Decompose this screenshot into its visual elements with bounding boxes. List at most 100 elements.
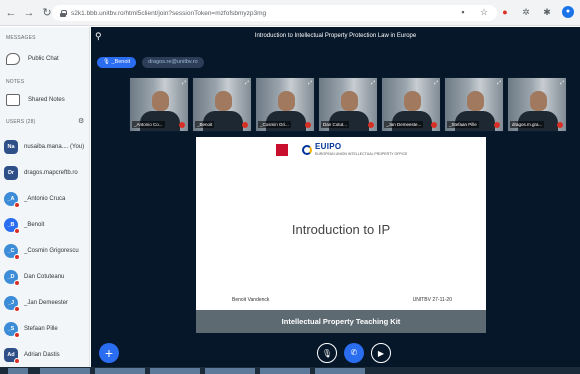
video-tile[interactable]: ⤢ _Stefaan Pille: [444, 77, 504, 132]
expand-icon[interactable]: ⤢: [434, 80, 438, 86]
user-name: Dan Cotuteanu: [24, 274, 65, 280]
video-tile[interactable]: ⤢ dragos.m.gra...: [507, 77, 567, 132]
muted-status-icon: [305, 122, 311, 128]
mute-microphone-button[interactable]: 🎙: [317, 343, 337, 363]
avatar: _D: [4, 270, 20, 286]
url-text: s2k1.bbb.unitbv.ro/html5client/join?sess…: [71, 9, 267, 17]
video-label: _Jan Demeeste...: [384, 121, 424, 128]
back-arrow-icon[interactable]: ←: [4, 7, 18, 19]
university-logo-icon: [276, 143, 288, 156]
video-tile[interactable]: ⤢ _Cosmin Gri...: [255, 77, 315, 132]
avatar: _S: [4, 322, 20, 338]
notes-icon: [6, 94, 20, 106]
public-chat-item[interactable]: Public Chat: [6, 53, 59, 65]
user-name: dragos.mapcreftb.ro: [24, 170, 78, 176]
video-label: _Stefaan Pille: [447, 121, 479, 128]
participant-head: [404, 91, 421, 111]
muted-status-icon: [242, 122, 248, 128]
expand-icon[interactable]: ⤢: [182, 80, 186, 86]
avatar: _A: [4, 192, 20, 208]
user-list-item[interactable]: _J _Jan Demeester: [4, 296, 69, 312]
participant-head: [467, 91, 484, 111]
participant-head: [341, 91, 358, 111]
shared-notes-label: Shared Notes: [28, 97, 65, 103]
star-icon[interactable]: ☆: [478, 6, 490, 18]
shared-notes-item[interactable]: Shared Notes: [6, 94, 65, 106]
forward-arrow-icon[interactable]: →: [22, 7, 36, 19]
talking-indicator: 🎙 _Benoit dragos.re@unitbv.ro: [97, 57, 204, 68]
user-list-item[interactable]: _C _Cosmin Grigorescu: [4, 244, 79, 260]
muted-status-icon: [14, 332, 20, 338]
user-list-item[interactable]: _S Stefaan Pille: [4, 322, 58, 338]
avatar: _J: [4, 296, 20, 312]
video-button[interactable]: ▶: [371, 343, 391, 363]
muted-status-icon: [14, 202, 20, 208]
user-list-item[interactable]: _D Dan Cotuteanu: [4, 270, 65, 286]
avatar: _B: [4, 218, 20, 234]
participant-head: [530, 91, 547, 111]
user-list-item[interactable]: _B _Benoit: [4, 218, 45, 234]
video-tile[interactable]: ⤢ Dan Cotut...: [318, 77, 378, 132]
public-chat-label: Public Chat: [28, 56, 59, 62]
taskbar-app[interactable]: [95, 368, 145, 374]
expand-icon[interactable]: ⤢: [245, 80, 249, 86]
muted-status-icon: [14, 358, 20, 364]
expand-icon[interactable]: ⤢: [497, 80, 501, 86]
slide-date: UNITBV 27-11-20: [412, 297, 452, 303]
taskbar-app[interactable]: [260, 368, 310, 374]
puzzle-icon[interactable]: ✱: [541, 6, 553, 18]
muted-status-icon: [14, 280, 20, 286]
taskbar-app[interactable]: [40, 368, 90, 374]
muted-status-icon: [14, 306, 20, 312]
phone-button[interactable]: ✆: [344, 343, 364, 363]
start-button[interactable]: [8, 368, 28, 374]
expand-icon[interactable]: ⤢: [560, 80, 564, 86]
gear-icon[interactable]: ✲: [520, 6, 532, 18]
participant-head: [215, 91, 232, 111]
video-tile[interactable]: ⤢ _Jan Demeeste...: [381, 77, 441, 132]
talking-email-pill: dragos.re@unitbv.ro: [142, 57, 204, 68]
user-name: _Jan Demeester: [24, 300, 69, 306]
profile-avatar[interactable]: ●: [562, 6, 574, 18]
taskbar-app[interactable]: [315, 368, 365, 374]
video-label: dragos.m.gra...: [510, 121, 545, 128]
video-label: _Benoit: [195, 121, 215, 128]
expand-icon[interactable]: ⤢: [308, 80, 312, 86]
slide-title: Introduction to IP: [291, 222, 391, 237]
lock-icon: [60, 9, 67, 17]
avatar: _C: [4, 244, 20, 260]
expand-icon[interactable]: ⤢: [371, 80, 375, 86]
actions-plus-button[interactable]: +: [99, 343, 119, 363]
muted-status-icon: [431, 122, 437, 128]
address-bar[interactable]: s2k1.bbb.unitbv.ro/html5client/join?sess…: [52, 5, 497, 21]
user-name: nusaiba.mana.... (You): [24, 144, 85, 150]
avatar: Na: [4, 140, 18, 154]
muted-status-icon: [368, 122, 374, 128]
browser-toolbar: ← → ↻ s2k1.bbb.unitbv.ro/html5client/joi…: [0, 0, 580, 26]
video-tile[interactable]: ⤢ _Antonio Co...: [129, 77, 189, 132]
camera-icon[interactable]: ▪: [457, 6, 469, 18]
user-list-item[interactable]: Ad Adrian Dastis: [4, 348, 60, 364]
messages-title: MESSAGES: [6, 35, 36, 41]
user-name: Adrian Dastis: [24, 352, 60, 358]
extension-icon[interactable]: ●: [499, 6, 511, 18]
user-list-item[interactable]: _A _Antonio Cruca: [4, 192, 66, 208]
taskbar-app[interactable]: [150, 368, 200, 374]
talking-user-pill: 🎙 _Benoit: [97, 57, 137, 68]
euipo-mark-icon: [302, 144, 312, 155]
video-label: _Cosmin Gri...: [258, 121, 291, 128]
user-list-item[interactable]: Na nusaiba.mana.... (You): [4, 140, 84, 154]
video-label: Dan Cotut...: [321, 121, 350, 128]
chat-icon: [6, 53, 20, 65]
taskbar-app[interactable]: [205, 368, 255, 374]
user-name: _Benoit: [24, 222, 45, 228]
video-tile[interactable]: ⤢ _Benoit: [192, 77, 252, 132]
settings-gear-icon[interactable]: ⚙: [78, 117, 84, 125]
meeting-title: Introduction to Intellectual Property Pr…: [254, 33, 417, 39]
user-name: _Antonio Cruca: [24, 196, 66, 202]
user-name: _Cosmin Grigorescu: [24, 248, 79, 254]
slide-logos: EUIPO EUROPEAN UNION INTELLECTUAL PROPER…: [276, 142, 407, 157]
user-list-item[interactable]: Dr dragos.mapcreftb.ro: [4, 166, 78, 180]
slide-band: Intellectual Property Teaching Kit: [196, 310, 486, 333]
muted-status-icon: [494, 122, 500, 128]
